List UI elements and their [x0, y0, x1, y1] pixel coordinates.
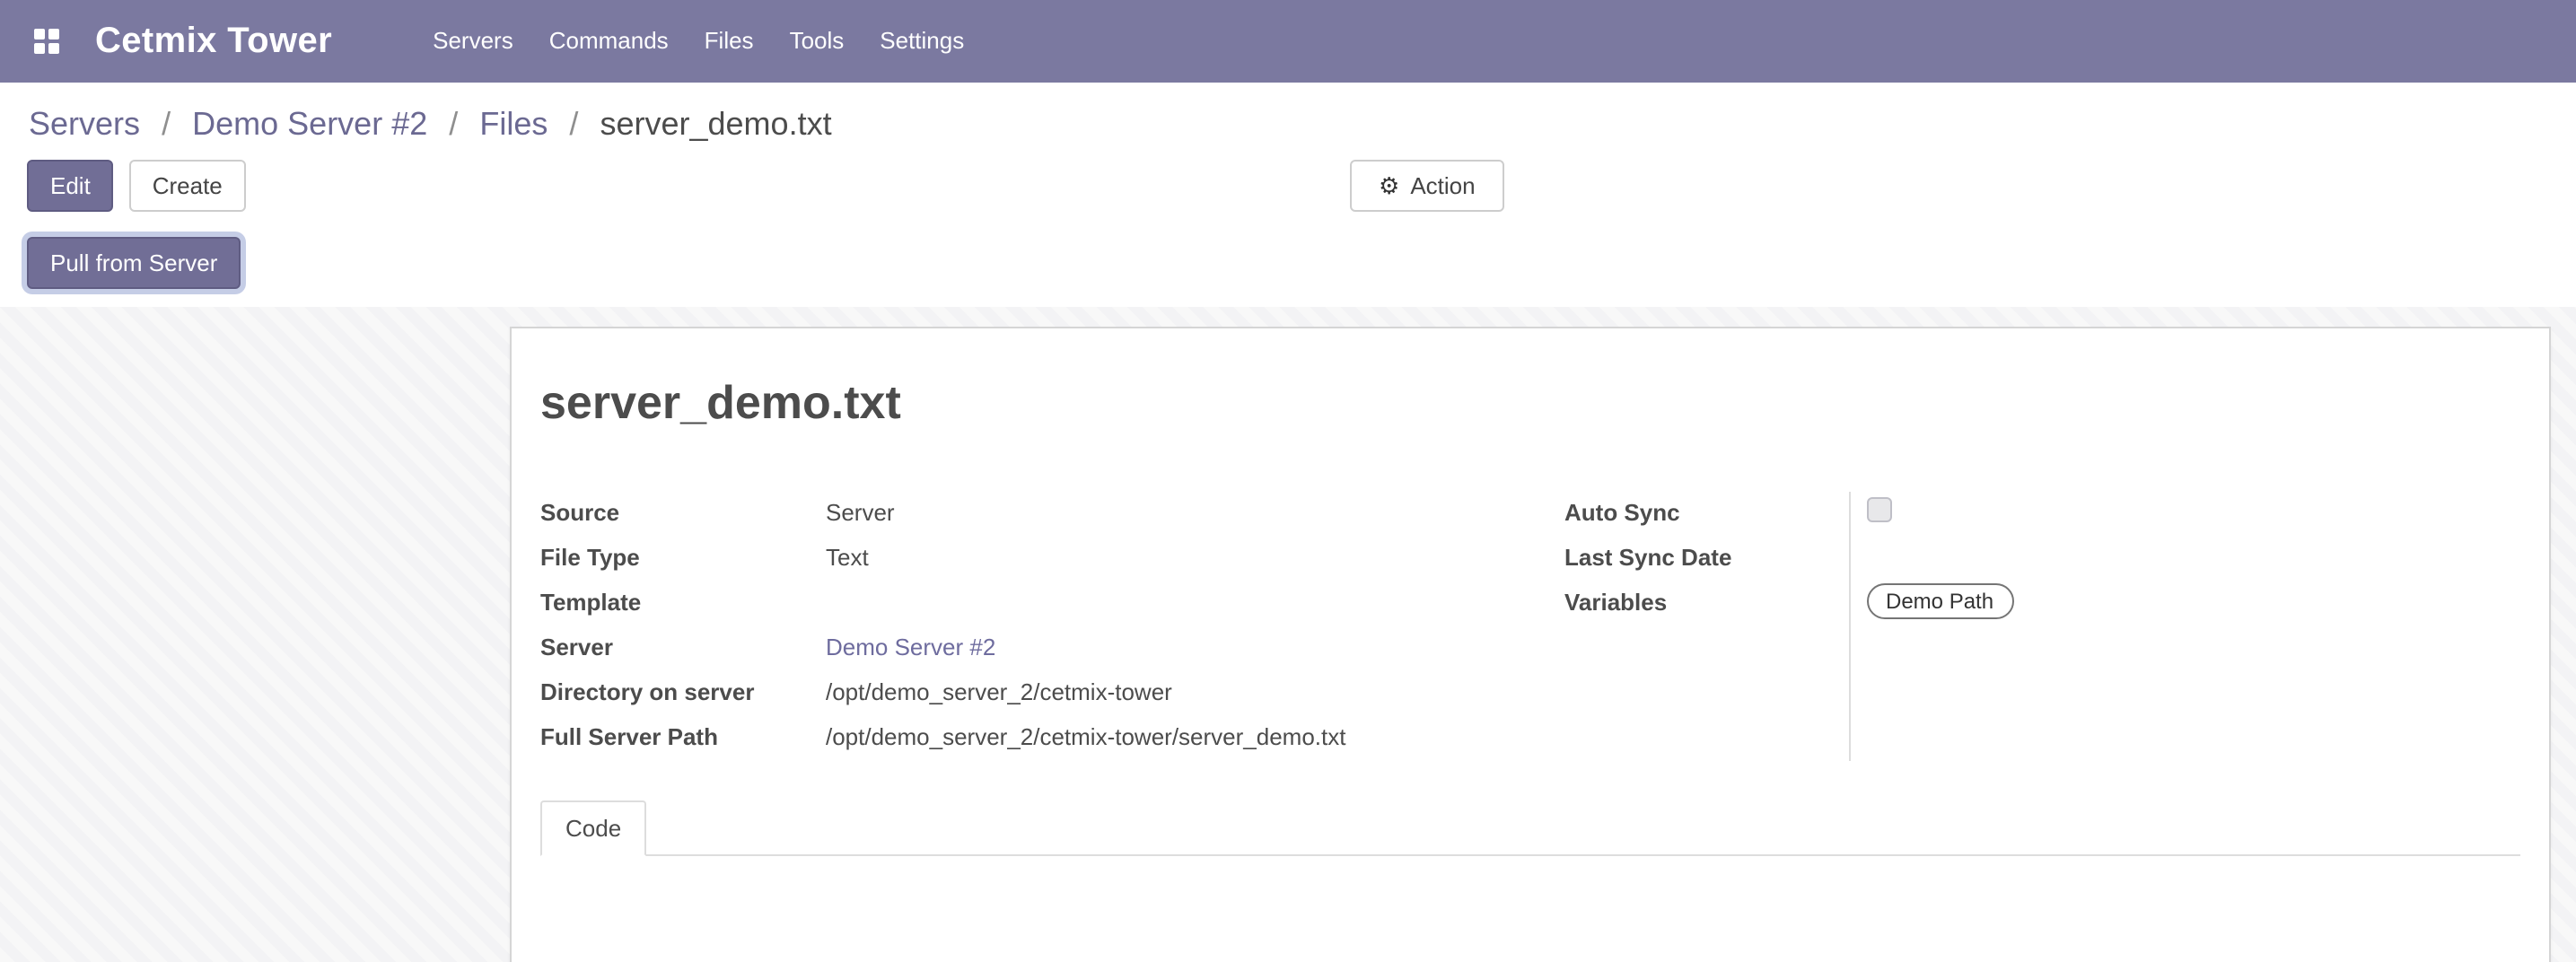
main-menu: Servers Commands Files Tools Settings	[415, 0, 982, 83]
right-field-values: Demo Path	[1848, 492, 2520, 761]
apps-grid-icon	[34, 29, 59, 54]
brand-title[interactable]: Cetmix Tower	[95, 21, 332, 62]
pull-from-server-button[interactable]: Pull from Server	[27, 237, 241, 289]
field-grid: Source Server File Type Text Template Se…	[540, 492, 2520, 761]
field-label-auto-sync: Auto Sync	[1564, 492, 1848, 537]
field-label-template: Template	[540, 582, 826, 619]
field-label-server: Server	[540, 626, 826, 664]
field-label-last-sync-date: Last Sync Date	[1564, 537, 1848, 582]
fields-column-left: Source Server File Type Text Template Se…	[540, 492, 1512, 761]
menu-item-commands[interactable]: Commands	[531, 0, 687, 83]
control-panel-buttons: Edit Create ⚙ Action	[0, 154, 2576, 230]
field-label-source: Source	[540, 492, 826, 529]
menu-item-files[interactable]: Files	[687, 0, 772, 83]
field-label-directory-on-server: Directory on server	[540, 671, 826, 709]
field-value-file-type: Text	[826, 537, 1512, 574]
auto-sync-checkbox[interactable]	[1866, 497, 1891, 522]
create-button[interactable]: Create	[129, 160, 246, 212]
menu-item-servers[interactable]: Servers	[415, 0, 531, 83]
field-value-directory-on-server: /opt/demo_server_2/cetmix-tower	[826, 671, 1512, 709]
variable-tag-demo-path[interactable]: Demo Path	[1866, 583, 2013, 619]
apps-menu-button[interactable]	[27, 22, 66, 61]
control-panel: Servers / Demo Server #2 / Files / serve…	[0, 83, 2576, 312]
breadcrumb-link-files[interactable]: Files	[479, 106, 548, 142]
field-label-variables: Variables	[1564, 582, 1848, 626]
tab-code-label: Code	[565, 815, 621, 842]
field-label-full-server-path: Full Server Path	[540, 716, 826, 754]
breadcrumb-separator: /	[569, 106, 578, 142]
field-value-last-sync-date	[1866, 537, 2520, 582]
breadcrumb: Servers / Demo Server #2 / Files / serve…	[0, 83, 2576, 154]
top-navbar: Cetmix Tower Servers Commands Files Tool…	[0, 0, 2576, 83]
field-value-template	[826, 582, 1512, 585]
tab-code[interactable]: Code	[540, 800, 646, 856]
form-sheet: server_demo.txt Source Server File Type …	[510, 327, 2551, 962]
breadcrumb-link-servers[interactable]: Servers	[29, 106, 140, 142]
notebook-tabs: Code	[540, 800, 2520, 856]
edit-button[interactable]: Edit	[27, 160, 114, 212]
fields-column-right: Auto Sync Last Sync Date Variables Demo …	[1564, 492, 2520, 761]
menu-item-settings[interactable]: Settings	[862, 0, 982, 83]
breadcrumb-link-demo-server-2[interactable]: Demo Server #2	[192, 106, 427, 142]
app-window: Cetmix Tower Servers Commands Files Tool…	[0, 0, 2576, 962]
field-value-server-link[interactable]: Demo Server #2	[826, 634, 995, 660]
right-field-labels: Auto Sync Last Sync Date Variables	[1564, 492, 1848, 761]
content-background: server_demo.txt Source Server File Type …	[0, 307, 2576, 962]
action-menu-label: Action	[1410, 172, 1475, 199]
tab-code-content	[540, 856, 2520, 962]
breadcrumb-separator: /	[162, 106, 171, 142]
field-value-source: Server	[826, 492, 1512, 529]
field-value-full-server-path: /opt/demo_server_2/cetmix-tower/server_d…	[826, 716, 1512, 754]
breadcrumb-current: server_demo.txt	[600, 106, 831, 142]
gear-icon: ⚙	[1379, 172, 1399, 199]
menu-item-tools[interactable]: Tools	[772, 0, 863, 83]
action-menu-button[interactable]: ⚙ Action	[1350, 160, 1504, 212]
breadcrumb-separator: /	[449, 106, 458, 142]
record-title: server_demo.txt	[540, 375, 2520, 431]
object-buttons-row: Pull from Server	[0, 230, 2576, 310]
field-label-file-type: File Type	[540, 537, 826, 574]
